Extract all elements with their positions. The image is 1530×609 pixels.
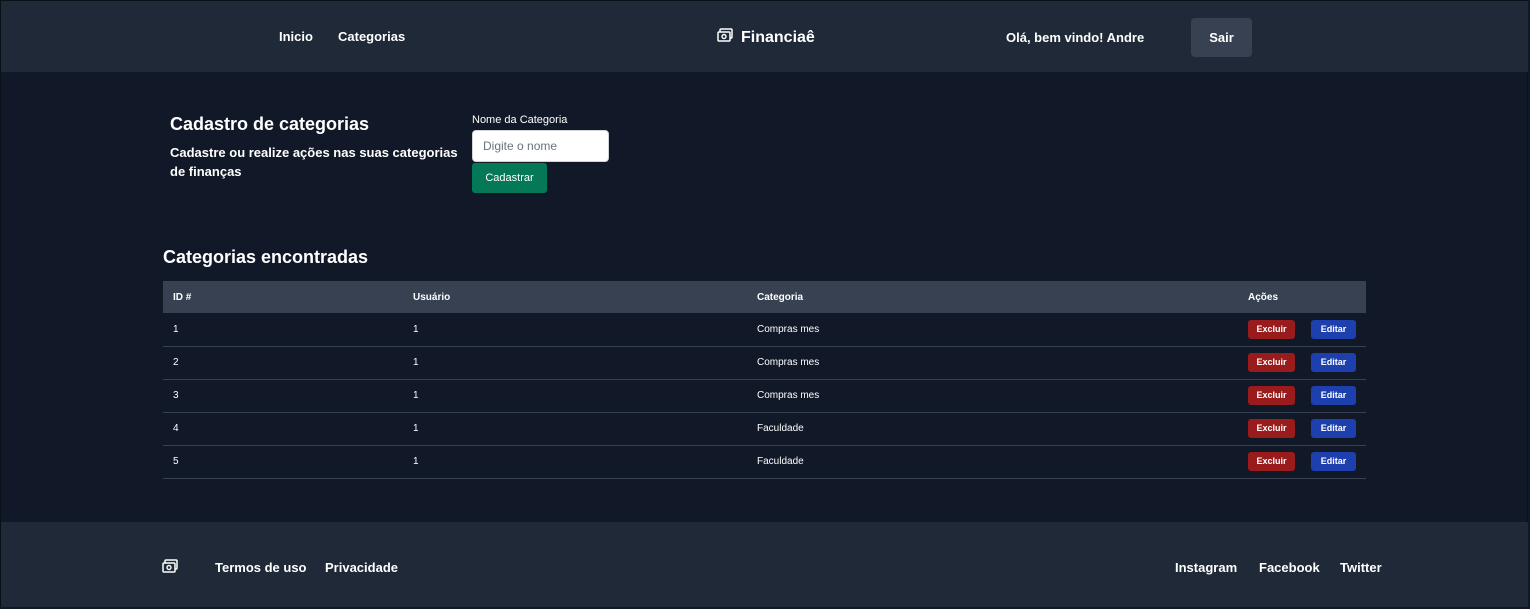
- cash-icon: [717, 28, 733, 47]
- cell-id: 2: [173, 357, 179, 368]
- edit-button[interactable]: Editar: [1311, 353, 1356, 372]
- delete-button[interactable]: Excluir: [1248, 386, 1295, 405]
- footer: Termos de uso Privacidade Instagram Face…: [1, 522, 1528, 607]
- cash-icon[interactable]: [162, 559, 178, 578]
- footer-link-facebook[interactable]: Facebook: [1259, 560, 1320, 575]
- user-name: Andre: [1106, 30, 1145, 45]
- register-button[interactable]: Cadastrar: [472, 163, 547, 193]
- cell-user: 1: [413, 390, 419, 401]
- greeting: Olá, bem vindo! Andre: [1006, 30, 1144, 45]
- table-row: 3 1 Compras mes Excluir Editar: [163, 379, 1366, 412]
- top-navbar: Inicio Categorias Financiaê Olá, bem vin…: [1, 1, 1528, 72]
- greeting-text: Olá, bem vindo!: [1006, 30, 1107, 45]
- header-actions: Ações: [1248, 291, 1279, 303]
- cell-id: 3: [173, 390, 179, 401]
- brand[interactable]: Financiaê: [717, 28, 815, 47]
- header-user: Usuário: [413, 291, 451, 303]
- cell-actions: Excluir Editar: [1238, 412, 1366, 445]
- cell-category: Compras mes: [757, 357, 820, 368]
- table-row: 2 1 Compras mes Excluir Editar: [163, 346, 1366, 379]
- nav-link-categorias[interactable]: Categorias: [338, 29, 405, 44]
- cell-user: 1: [413, 357, 419, 368]
- nav-link-inicio[interactable]: Inicio: [279, 29, 313, 44]
- cell-category: Compras mes: [757, 323, 820, 335]
- header-category: Categoria: [757, 291, 804, 303]
- cell-actions: Excluir Editar: [1238, 346, 1366, 379]
- category-name-label: Nome da Categoria: [472, 114, 568, 126]
- edit-button[interactable]: Editar: [1311, 452, 1356, 471]
- delete-button[interactable]: Excluir: [1248, 353, 1295, 372]
- page-title: Cadastro de categorias: [170, 114, 370, 134]
- table-header-row: ID # Usuário Categoria Ações: [163, 281, 1366, 313]
- cell-category: Compras mes: [757, 390, 820, 401]
- cell-user: 1: [413, 423, 419, 434]
- table-row: 4 1 Faculdade Excluir Editar: [163, 412, 1366, 445]
- table-row: 5 1 Faculdade Excluir Editar: [163, 445, 1366, 478]
- edit-button[interactable]: Editar: [1311, 419, 1356, 438]
- footer-link-twitter[interactable]: Twitter: [1340, 560, 1382, 575]
- page-description: Cadastre ou realize ações nas suas categ…: [170, 145, 458, 179]
- cell-user: 1: [413, 456, 419, 467]
- table-title: Categorias encontradas: [163, 247, 369, 267]
- cell-id: 1: [173, 323, 179, 335]
- cell-category: Faculdade: [757, 456, 804, 467]
- edit-button[interactable]: Editar: [1311, 386, 1356, 405]
- cell-category: Faculdade: [757, 423, 804, 434]
- delete-button[interactable]: Excluir: [1248, 319, 1295, 339]
- footer-link-privacy[interactable]: Privacidade: [325, 560, 398, 575]
- edit-button[interactable]: Editar: [1311, 319, 1356, 339]
- cell-actions: Excluir Editar: [1238, 313, 1366, 346]
- cell-user: 1: [413, 323, 419, 335]
- cell-actions: Excluir Editar: [1238, 445, 1366, 478]
- logout-button[interactable]: Sair: [1191, 18, 1252, 57]
- footer-link-terms[interactable]: Termos de uso: [215, 560, 307, 575]
- table-row: 1 1 Compras mes Excluir Editar: [163, 313, 1366, 346]
- footer-link-instagram[interactable]: Instagram: [1175, 560, 1237, 575]
- category-name-input[interactable]: [472, 130, 609, 162]
- brand-name: Financiaê: [741, 28, 815, 46]
- cell-id: 5: [173, 456, 179, 467]
- cell-actions: Excluir Editar: [1238, 379, 1366, 412]
- cell-id: 4: [173, 423, 179, 434]
- delete-button[interactable]: Excluir: [1248, 419, 1295, 438]
- categories-table: ID # Usuário Categoria Ações 1 1 Compras…: [163, 281, 1366, 479]
- header-id: ID #: [173, 291, 192, 303]
- delete-button[interactable]: Excluir: [1248, 452, 1295, 471]
